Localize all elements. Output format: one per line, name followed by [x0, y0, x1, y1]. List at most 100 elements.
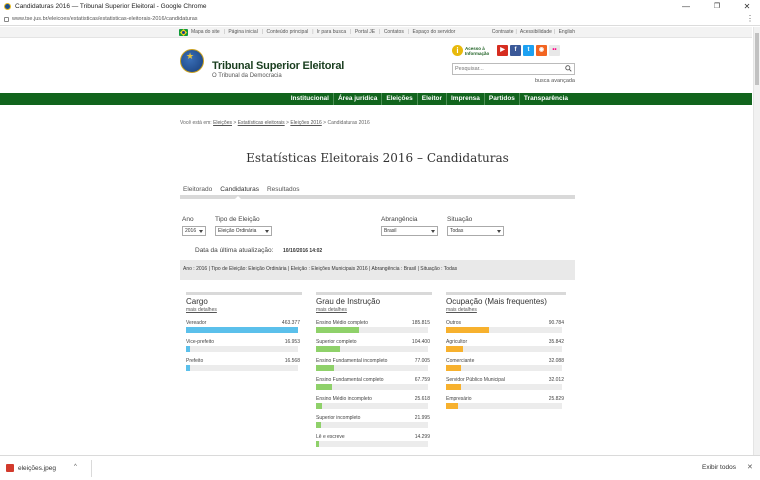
util-link-english[interactable]: English: [559, 29, 575, 35]
scrollbar-thumb[interactable]: [755, 33, 759, 85]
abrangencia-select[interactable]: Brasil: [381, 226, 438, 236]
grau-more-link[interactable]: mais detalhes: [316, 307, 432, 313]
rss-icon[interactable]: ◉: [536, 45, 547, 56]
util-link-servidor[interactable]: Espaço do servidor: [413, 29, 456, 35]
tse-logo[interactable]: ★: [180, 47, 206, 77]
stat-value: 90.784: [548, 320, 564, 326]
flickr-icon[interactable]: ••: [549, 45, 560, 56]
ano-select[interactable]: 2016: [182, 226, 206, 236]
util-link-contraste[interactable]: Contraste: [492, 29, 514, 35]
star-icon: ★: [186, 51, 195, 61]
nav-area-juridica[interactable]: Área jurídica: [332, 93, 381, 105]
util-link-conteudo[interactable]: Conteúdo principal: [267, 29, 309, 35]
close-download-bar-icon[interactable]: ✕: [747, 463, 753, 471]
stat-bar-track: [316, 441, 428, 447]
tab-eleitorado[interactable]: Eleitorado: [180, 184, 215, 195]
tipo-eleicao-select[interactable]: Eleição Ordinária: [215, 226, 272, 236]
nav-imprensa[interactable]: Imprensa: [446, 93, 484, 105]
stat-value: 463.377: [281, 320, 300, 326]
stat-row: Ensino Fundamental incompleto 77.005: [316, 358, 432, 377]
stat-bar: [446, 384, 461, 390]
stat-row: Ensino Médio completo 185.815: [316, 320, 432, 339]
stat-bar: [186, 365, 190, 371]
stat-value: 104.400: [411, 339, 430, 345]
stat-value: 25.618: [414, 396, 430, 402]
brand-name[interactable]: Tribunal Superior Eleitoral: [212, 60, 344, 72]
download-item[interactable]: eleições.jpeg: [6, 464, 56, 472]
twitter-icon[interactable]: t: [523, 45, 534, 56]
util-link-acessibilidade[interactable]: Acessibilidade: [520, 29, 552, 35]
util-link-portal-je[interactable]: Portal JE: [355, 29, 375, 35]
stat-bar-track: [186, 346, 298, 352]
youtube-icon[interactable]: ▶: [497, 45, 508, 56]
stat-bar-track: [446, 346, 562, 352]
busca-avancada-link[interactable]: busca avançada: [535, 78, 575, 84]
tipo-eleicao-label: Tipo de Eleição: [215, 216, 260, 223]
grau-rows: Ensino Médio completo 185.815 Superior com…: [316, 320, 432, 453]
breadcrumb-prefix: Você está em:: [180, 120, 212, 126]
search-icon[interactable]: [565, 65, 572, 72]
stat-row: Empresário 25.829: [446, 396, 566, 415]
nav-eleitor[interactable]: Eleitor: [416, 93, 446, 105]
stat-value: 16.953: [284, 339, 300, 345]
acesso-informacao-link[interactable]: i Acesso à Informação: [452, 45, 492, 59]
nav-eleicoes[interactable]: Eleições: [381, 93, 416, 105]
util-link-pagina-inicial[interactable]: Página inicial: [228, 29, 257, 35]
stat-bar: [316, 422, 321, 428]
stat-label: Prefeito: [186, 358, 204, 364]
chevron-down-icon: [199, 230, 203, 233]
search-box: [452, 63, 575, 75]
download-filename[interactable]: eleições.jpeg: [18, 465, 56, 472]
brazil-flag-icon: [179, 28, 188, 37]
chevron-down-icon: [497, 230, 501, 233]
tab-candidaturas[interactable]: Candidaturas: [217, 184, 262, 195]
cargo-more-link[interactable]: mais detalhes: [186, 307, 302, 313]
page-viewport: Mapa do site | Página inicial | Conteúdo p…: [0, 27, 752, 455]
close-window-button[interactable]: ✕: [734, 0, 760, 13]
ano-value: 2016: [185, 228, 197, 234]
nav-institucional[interactable]: Institucional: [287, 93, 333, 105]
breadcrumb-eleicoes-2016[interactable]: Eleições 2016: [290, 120, 321, 126]
url-text[interactable]: www.tse.jus.br/eleicoes/estatisticas/est…: [12, 16, 198, 22]
stat-bar-track: [446, 365, 562, 371]
stat-bar: [446, 403, 458, 409]
stat-label: Comerciante: [446, 358, 475, 364]
search-input[interactable]: [453, 64, 558, 74]
social-icons: ▶ f t ◉ ••: [497, 45, 560, 56]
chevron-up-icon[interactable]: ^: [74, 464, 77, 470]
breadcrumb-eleicoes[interactable]: Eleições: [213, 120, 232, 126]
stat-row: Vice-prefeito 16.953: [186, 339, 302, 358]
stat-row: Prefeito 16.568: [186, 358, 302, 377]
window-title: Candidaturas 2016 — Tribunal Superior El…: [15, 3, 207, 10]
stat-row: Comerciante 32.088: [446, 358, 566, 377]
stat-bar: [186, 327, 298, 333]
breadcrumb-estatisticas[interactable]: Estatísticas eleitorais: [238, 120, 285, 126]
nav-transparencia[interactable]: Transparência: [518, 93, 572, 105]
page-scrollbar[interactable]: [753, 27, 760, 455]
utility-links-left: Mapa do site | Página inicial | Conteúdo p…: [191, 29, 456, 35]
address-bar[interactable]: www.tse.jus.br/eleicoes/estatisticas/est…: [0, 13, 760, 26]
stat-bar: [316, 346, 340, 352]
util-link-contatos[interactable]: Contatos: [384, 29, 404, 35]
abrangencia-label: Abrangência: [381, 216, 418, 223]
stat-bar: [316, 327, 359, 333]
facebook-icon[interactable]: f: [510, 45, 521, 56]
situacao-value: Todas: [450, 228, 464, 234]
nav-partidos[interactable]: Partidos: [483, 93, 519, 105]
filter-summary: Ano : 2016 | Tipo de Eleição: Eleição Or…: [180, 260, 575, 280]
minimize-button[interactable]: —: [673, 0, 699, 13]
util-link-busca[interactable]: Ir para busca: [317, 29, 346, 35]
browser-menu-icon[interactable]: ⋮: [746, 14, 754, 23]
ocupacao-title: Ocupação (Mais frequentes): [446, 297, 547, 306]
stat-row: Servidor Público Municipal 32.012: [446, 377, 566, 396]
ocupacao-more-link[interactable]: mais detalhes: [446, 307, 566, 313]
util-link-mapa[interactable]: Mapa do site: [191, 29, 220, 35]
show-all-downloads-button[interactable]: Exibir todos: [702, 464, 736, 471]
maximize-button[interactable]: ❐: [704, 0, 730, 13]
stat-bar-track: [316, 422, 428, 428]
tab-resultados[interactable]: Resultados: [264, 184, 303, 195]
situacao-select[interactable]: Todas: [447, 226, 504, 236]
stat-bar: [316, 365, 334, 371]
stats-tabs: Eleitorado Candidaturas Resultados: [180, 184, 575, 199]
abrangencia-value: Brasil: [384, 228, 397, 234]
